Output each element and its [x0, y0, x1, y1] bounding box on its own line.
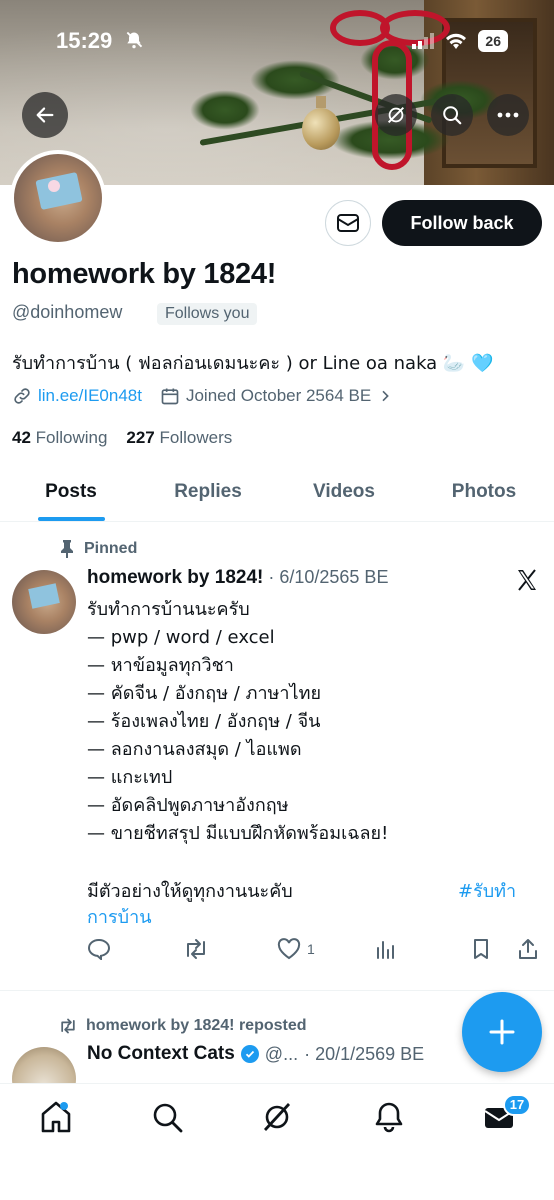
hashtag-link[interactable]: #รับทำ: [458, 878, 516, 906]
repost-indicator[interactable]: homework by 1824! reposted: [58, 1017, 307, 1035]
post-line: — อัดคลิปพูดภาษาอังกฤษ: [87, 795, 289, 816]
verified-icon: [240, 1045, 259, 1063]
search-icon: [153, 1103, 183, 1133]
back-button[interactable]: [22, 92, 68, 138]
mail-icon: [337, 214, 359, 232]
profile-avatar[interactable]: [10, 150, 106, 246]
x-logo-icon[interactable]: [515, 568, 539, 596]
grok-icon: [387, 106, 405, 124]
views-button[interactable]: [375, 938, 397, 960]
more-icon: [497, 112, 519, 118]
battery-indicator: 26: [478, 30, 508, 52]
post-text: รับทำการบ้านนะครับ — pwp / word / excel …: [87, 596, 527, 848]
profile-handle: @doinhomew: [12, 302, 123, 322]
bell-mute-icon: [124, 30, 144, 54]
signal-icon: [412, 33, 435, 49]
share-icon: [519, 939, 537, 959]
message-button[interactable]: [325, 200, 371, 246]
profile-name: homework by 1824!: [12, 258, 277, 290]
post-line: — pwp / word / excel: [87, 627, 275, 648]
bookmark-button[interactable]: [471, 938, 491, 960]
tab-replies[interactable]: Replies: [142, 470, 274, 521]
plus-icon: [489, 1019, 515, 1045]
follow-back-button[interactable]: Follow back: [382, 200, 542, 246]
pinned-indicator: Pinned: [60, 540, 137, 558]
pin-icon: [61, 540, 73, 558]
messages-badge: 17: [503, 1094, 531, 1116]
post-line: มีตัวอย่างให้ดูทุกงานนะคับ: [87, 881, 293, 902]
post-date[interactable]: · 6/10/2565 BE: [268, 567, 388, 587]
like-count: 1: [307, 941, 315, 957]
views-icon: [377, 941, 394, 959]
hashtag-link-continued[interactable]: การบ้าน: [87, 904, 152, 932]
tab-videos[interactable]: Videos: [274, 470, 414, 521]
calendar-icon: [161, 388, 179, 405]
post-line: — ขายชีทสรุป มีแบบฝึกหัดพร้อมเฉลย!: [87, 823, 389, 844]
share-button[interactable]: [517, 938, 539, 960]
post-handle[interactable]: @...: [265, 1044, 298, 1065]
post-header: homework by 1824! · 6/10/2565 BE: [87, 567, 388, 589]
grok-icon: [263, 1103, 291, 1131]
compose-button[interactable]: [462, 992, 542, 1072]
profile-bio: รับทำการบ้าน ( ฟอลก่อนเดมนะคะ ) or Line …: [12, 353, 494, 374]
tab-posts[interactable]: Posts: [0, 470, 142, 521]
grok-button[interactable]: [375, 94, 417, 136]
post-header: No Context Cats @... · 20/1/2569 BE: [87, 1043, 424, 1065]
post-divider: [0, 990, 554, 991]
wifi-icon: [446, 33, 467, 49]
chevron-right-icon: [382, 390, 390, 402]
back-arrow-icon: [36, 107, 54, 123]
search-icon: [443, 106, 462, 125]
tab-photos[interactable]: Photos: [414, 470, 554, 521]
post-line: — หาข้อมูลทุกวิชา: [87, 655, 234, 676]
profile-meta: lin.ee/IE0n48t Joined October 2564 BE: [12, 386, 393, 406]
bottom-navigation: [0, 1083, 554, 1200]
nav-grok[interactable]: [260, 1100, 294, 1138]
repost-icon: [61, 1018, 75, 1034]
post-line: — ลอกงานลงสมุด / ไอแพด: [87, 739, 302, 760]
nav-notifications[interactable]: [372, 1100, 406, 1138]
post-line: — ร้องเพลงไทย / อังกฤษ / จีน: [87, 711, 321, 732]
nav-home[interactable]: [39, 1100, 73, 1138]
bookmark-icon: [474, 939, 488, 959]
repost-icon: [187, 939, 205, 959]
post-line: รับทำการบ้านนะครับ: [87, 599, 250, 620]
like-icon: [277, 938, 301, 960]
joined-date: Joined October 2564 BE: [185, 386, 372, 405]
like-button[interactable]: 1: [277, 938, 315, 960]
post-date[interactable]: · 20/1/2569 BE: [304, 1044, 424, 1065]
status-time: 15:29: [56, 28, 113, 53]
post-author[interactable]: homework by 1824!: [87, 567, 263, 588]
nav-search[interactable]: [150, 1100, 184, 1138]
home-icon: [41, 1101, 71, 1133]
profile-tabs: Posts Replies Videos Photos: [0, 470, 554, 522]
post-author[interactable]: No Context Cats: [87, 1043, 235, 1065]
follow-counts: 42 Following 227 Followers: [12, 428, 232, 448]
post-last-line: มีตัวอย่างให้ดูทุกงานนะคับ #รับทำ การบ้า…: [87, 878, 527, 928]
notifications-icon: [375, 1102, 403, 1133]
followers-link[interactable]: 227 Followers: [126, 428, 232, 447]
profile-link[interactable]: lin.ee/IE0n48t: [38, 386, 142, 406]
repost-button[interactable]: [183, 938, 209, 960]
link-icon: [14, 388, 30, 404]
more-button[interactable]: [487, 94, 529, 136]
reply-icon: [87, 938, 111, 960]
follows-you-badge: Follows you: [157, 303, 258, 325]
search-button[interactable]: [431, 94, 473, 136]
post-line: — แกะเทป: [87, 767, 173, 788]
status-indicators: 26: [412, 30, 508, 52]
post-actions: 1: [87, 938, 542, 966]
following-link[interactable]: 42 Following: [12, 428, 107, 447]
post-avatar[interactable]: [12, 570, 76, 634]
post-line: — คัดจีน / อังกฤษ / ภาษาไทย: [87, 683, 321, 704]
reply-button[interactable]: [87, 938, 111, 960]
